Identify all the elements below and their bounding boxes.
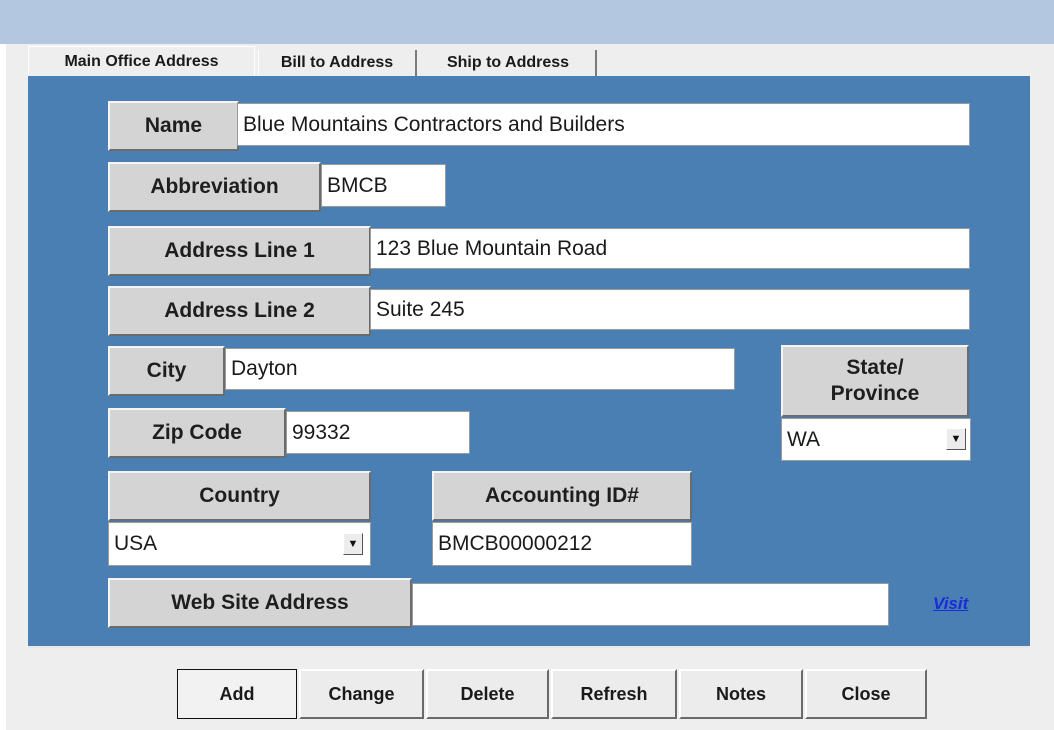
web-site-address-label: Web Site Address <box>108 578 412 628</box>
abbreviation-label: Abbreviation <box>108 162 321 212</box>
abbreviation-field[interactable] <box>321 164 446 207</box>
delete-button[interactable]: Delete <box>426 669 549 719</box>
name-label: Name <box>108 101 239 151</box>
name-field[interactable] <box>237 103 970 146</box>
state-label-line1: State/ <box>846 355 904 379</box>
state-province-label: State/ Province <box>781 345 969 417</box>
country-select[interactable]: USA <box>108 522 371 566</box>
change-button[interactable]: Change <box>299 669 424 719</box>
zip-code-label: Zip Code <box>108 408 286 458</box>
close-button[interactable]: Close <box>805 669 927 719</box>
accounting-id-label: Accounting ID# <box>432 471 692 521</box>
tab-bill-to-address[interactable]: Bill to Address <box>258 50 417 76</box>
accounting-id-field[interactable] <box>432 522 692 566</box>
refresh-button[interactable]: Refresh <box>551 669 677 719</box>
window-top-strip <box>0 0 1054 44</box>
address-line-1-field[interactable] <box>370 228 970 269</box>
tab-ship-to-address[interactable]: Ship to Address <box>421 50 597 76</box>
state-select[interactable]: WA <box>781 418 971 461</box>
state-label-line2: Province <box>830 382 920 405</box>
country-label: Country <box>108 471 371 521</box>
state-dropdown-button[interactable]: ▼ <box>946 428 966 450</box>
add-button[interactable]: Add <box>177 669 297 719</box>
tab-main-office-address[interactable]: Main Office Address <box>28 46 255 76</box>
country-value: USA <box>114 532 158 555</box>
city-field[interactable] <box>225 348 735 390</box>
web-site-address-field[interactable] <box>412 583 889 626</box>
zip-code-field[interactable] <box>286 411 470 454</box>
country-dropdown-button[interactable]: ▼ <box>343 533 363 555</box>
city-label: City <box>108 346 225 396</box>
visit-link[interactable]: Visit <box>933 594 968 614</box>
address-line-2-field[interactable] <box>370 289 970 330</box>
chevron-down-icon: ▼ <box>347 537 359 550</box>
chevron-down-icon: ▼ <box>950 432 962 445</box>
notes-button[interactable]: Notes <box>679 669 803 719</box>
state-value: WA <box>787 427 821 451</box>
address-line-2-label: Address Line 2 <box>108 286 371 336</box>
address-line-1-label: Address Line 1 <box>108 226 371 276</box>
